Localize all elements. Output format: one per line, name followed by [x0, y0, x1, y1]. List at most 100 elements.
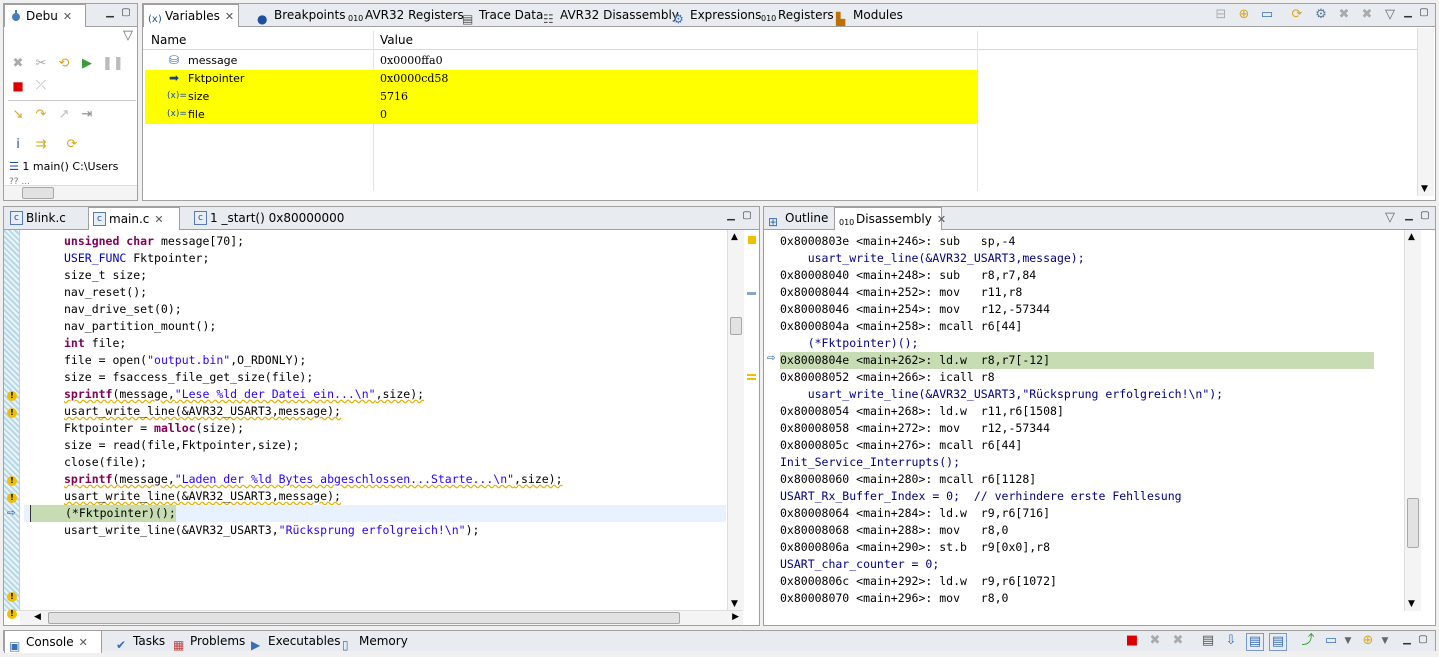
marker[interactable] [747, 378, 756, 380]
table-row[interactable]: (x)= size 5716 [145, 88, 977, 106]
warning-overview-icon[interactable] [748, 236, 756, 244]
refresh-icon[interactable]: ⟳ [64, 137, 80, 153]
word-wrap-icon[interactable]: ▤ [1246, 633, 1264, 651]
clear-console-icon[interactable]: ▤ [1200, 633, 1216, 649]
tab-variables[interactable]: (x) Variables ✕ [143, 4, 239, 27]
column-value-header[interactable]: Value [380, 33, 413, 47]
tab-start[interactable]: c1 _start() 0x80000000 [190, 207, 348, 229]
scrollbar-thumb[interactable] [22, 187, 54, 199]
tab-blink-c[interactable]: c Blink.c [6, 207, 70, 229]
tab-modules[interactable]: ▙ Modules [832, 4, 907, 26]
maximize-icon[interactable]: ▢ [742, 211, 752, 221]
tab-expressions[interactable]: ⚙ Expressions [669, 4, 765, 26]
instruction-stepping-icon[interactable]: i [10, 137, 26, 153]
vertical-scrollbar[interactable]: ▲ ▼ [727, 230, 744, 611]
tab-avr32-registers[interactable]: 010 AVR32 Registers [344, 4, 468, 26]
refresh-icon[interactable]: ⟳ [1289, 7, 1305, 23]
minimize-icon[interactable]: ▁ [105, 8, 115, 18]
maximize-icon[interactable]: ▢ [121, 8, 131, 18]
scroll-up-icon[interactable]: ▲ [1408, 232, 1415, 242]
tab-registers[interactable]: 010 Registers [757, 4, 838, 26]
display-console-icon[interactable]: ▭ [1323, 633, 1339, 649]
scroll-down-icon[interactable]: ▼ [1421, 184, 1428, 194]
tab-breakpoints[interactable]: ● Breakpoints [253, 4, 349, 26]
step-return-icon[interactable]: ↗ [56, 107, 72, 123]
table-row[interactable]: (x)= file 0 [145, 106, 977, 124]
table-row[interactable]: ⛁ message 0x0000ffa0 [145, 52, 977, 70]
minimize-icon[interactable]: ▁ [1404, 211, 1414, 221]
pin-console-icon[interactable]: ⤴ [1300, 633, 1316, 649]
view-menu-icon[interactable]: ▽ [120, 28, 136, 44]
open-console-icon[interactable]: ⊕ [1360, 633, 1376, 649]
stack-frame[interactable]: ☰ 1 main() C:\Users [9, 159, 118, 175]
minimize-icon[interactable]: ▁ [1403, 8, 1413, 18]
close-icon[interactable]: ✕ [63, 6, 72, 28]
close-icon[interactable]: ✕ [937, 209, 946, 231]
collapse-all-icon[interactable]: ⊟ [1213, 7, 1229, 23]
scroll-lock-icon[interactable]: ⇩ [1223, 633, 1239, 649]
column-name-header[interactable]: Name [151, 33, 373, 47]
step-into-icon[interactable]: ↘ [10, 107, 26, 123]
tab-disassembly[interactable]: 010 Disassembly ✕ [834, 207, 946, 230]
marker[interactable] [747, 374, 756, 376]
vertical-scrollbar[interactable]: ▲ ▼ [1404, 230, 1421, 611]
remove-launch-icon[interactable]: ✖ [1147, 633, 1163, 649]
minimize-icon[interactable]: ▁ [1402, 635, 1412, 645]
close-icon[interactable]: ✕ [225, 6, 234, 28]
warning-marker[interactable]: ! [7, 476, 17, 486]
disconnect-icon[interactable]: ✂ [33, 56, 49, 72]
tab-trace-data[interactable]: ▤ Trace Data [458, 4, 547, 26]
layout-icon[interactable]: ▭ [1259, 7, 1275, 23]
chevron-down-icon[interactable]: ▼ [1377, 633, 1393, 649]
scrollbar-thumb[interactable] [730, 317, 742, 335]
scroll-right-icon[interactable]: ▶ [732, 612, 739, 622]
minimize-icon[interactable]: ▁ [726, 211, 736, 221]
tab-memory[interactable]: ▯ Memory [338, 630, 412, 652]
remove-all-icon[interactable]: ✖ [1359, 7, 1375, 23]
view-menu-icon[interactable]: ▽ [1382, 210, 1398, 226]
warning-marker[interactable]: ! [7, 408, 17, 418]
tab-tasks[interactable]: ✔ Tasks [112, 630, 169, 652]
relaunch-icon[interactable]: ⟲ [56, 56, 72, 72]
terminate-icon[interactable]: ■ [10, 78, 26, 94]
tab-outline[interactable]: ⊞ Outline [764, 207, 832, 229]
scroll-left-icon[interactable]: ◀ [34, 612, 41, 622]
terminate-icon[interactable]: ■ [1124, 633, 1140, 649]
resume-icon[interactable]: ▶ [79, 56, 95, 72]
vertical-scrollbar[interactable]: ▼ [1417, 28, 1434, 196]
suspend-icon[interactable]: ❚❚ [102, 56, 124, 72]
chevron-down-icon[interactable]: ▼ [1340, 633, 1356, 649]
tab-console[interactable]: ▣ Console ✕ [4, 630, 102, 653]
disassembly-area[interactable]: 0x8000803e <main+246>: sub sp,-4 usart_w… [764, 233, 1404, 613]
tab-executables[interactable]: ▶ Executables [247, 630, 345, 652]
warning-marker[interactable]: ! [7, 391, 17, 401]
maximize-icon[interactable]: ▢ [1418, 635, 1428, 645]
table-row[interactable]: ➡ Fktpointer 0x0000cd58 [145, 70, 977, 88]
scrollbar-thumb[interactable] [48, 612, 680, 624]
view-menu-icon[interactable]: ▽ [1382, 7, 1398, 23]
horizontal-scrollbar[interactable] [4, 185, 137, 200]
warning-marker[interactable]: ! [7, 493, 17, 503]
tab-debug[interactable]: Debu ✕ [4, 4, 86, 27]
close-icon[interactable]: ✕ [154, 209, 163, 231]
disconnect2-icon[interactable]: ⤫ [33, 78, 49, 94]
settings-icon[interactable]: ⚙ [1313, 7, 1329, 23]
maximize-icon[interactable]: ▢ [1419, 8, 1429, 18]
scroll-down-icon[interactable]: ▼ [731, 599, 738, 609]
maximize-icon[interactable]: ▢ [1420, 211, 1430, 221]
tab-main-c[interactable]: c main.c ✕ [88, 207, 180, 230]
scroll-down-icon[interactable]: ▼ [1408, 599, 1415, 609]
step-over-icon[interactable]: ↷ [33, 107, 49, 123]
marker[interactable] [747, 292, 756, 295]
remove-all-icon[interactable]: ✖ [1170, 633, 1186, 649]
show-on-output-icon[interactable]: ▤ [1269, 633, 1287, 651]
add-global-icon[interactable]: ⊕ [1236, 7, 1252, 23]
remove-icon[interactable]: ✖ [1336, 7, 1352, 23]
remove-terminated-icon[interactable]: ✖ [10, 56, 26, 72]
tab-avr32-disassembly[interactable]: ☷ AVR32 Disassembly [539, 4, 683, 26]
drop-to-frame-icon[interactable]: ⇥ [79, 107, 95, 123]
code-area[interactable]: unsigned char message[70]; USER_FUNC Fkt… [4, 233, 726, 611]
scrollbar-thumb[interactable] [1407, 498, 1419, 548]
step-filter-icon[interactable]: ⇉ [33, 137, 49, 153]
scroll-up-icon[interactable]: ▲ [731, 232, 738, 242]
